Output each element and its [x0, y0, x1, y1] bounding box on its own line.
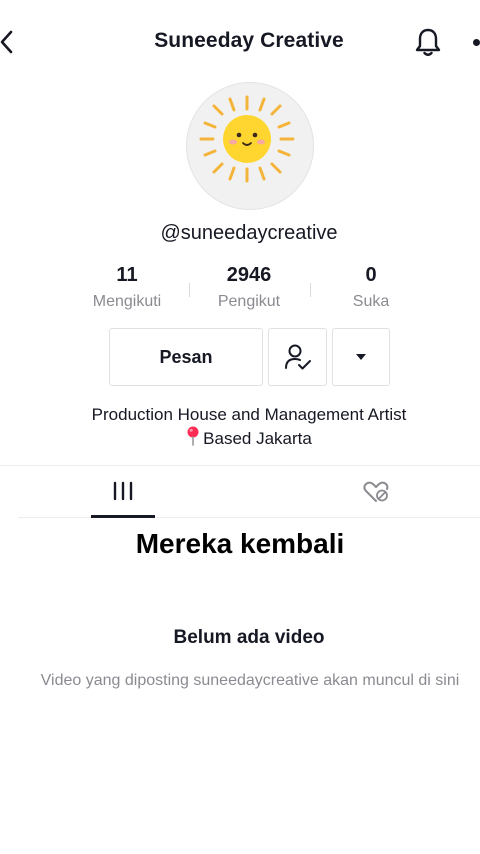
- page-title: Suneeday Creative: [154, 29, 344, 52]
- stat-following[interactable]: 11 Mengikuti: [57, 264, 197, 311]
- bell-icon[interactable]: [413, 26, 443, 58]
- pin-icon: [187, 426, 199, 446]
- bio-line-2-row: Based Jakarta: [0, 426, 480, 450]
- caret-down-icon: [356, 354, 366, 360]
- bio-line-1: Production House and Management Artist: [91, 405, 407, 424]
- profile-bio: Production House and Management Artist B…: [0, 403, 480, 450]
- tab-videos[interactable]: [91, 468, 155, 518]
- more-dots-icon[interactable]: [473, 39, 480, 46]
- divider: [18, 517, 480, 518]
- profile-stats: 11 Mengikuti 2946 Pengikut 0 Suka: [0, 264, 480, 320]
- stat-likes-count: 0: [365, 264, 377, 286]
- sun-logo-icon: [199, 95, 295, 183]
- empty-state-title: Belum ada video: [173, 627, 325, 648]
- stat-following-label: Mengikuti: [92, 293, 162, 310]
- user-check-icon: [284, 344, 311, 370]
- stat-followers[interactable]: 2946 Pengikut: [179, 264, 319, 311]
- tab-liked-private[interactable]: [343, 468, 407, 518]
- message-button[interactable]: Pesan: [109, 328, 263, 386]
- active-tab-indicator: [91, 515, 155, 518]
- stat-followers-count: 2946: [226, 264, 272, 286]
- stat-followers-label: Pengikut: [217, 293, 281, 310]
- divider: [0, 465, 480, 466]
- bio-line-2: Based Jakarta: [203, 429, 312, 448]
- stat-following-count: 11: [116, 264, 138, 286]
- following-button[interactable]: [268, 328, 327, 386]
- empty-state-description: Video yang diposting suneedaycreative ak…: [40, 672, 460, 689]
- top-bar: Suneeday Creative: [0, 0, 480, 84]
- hidden-heart-icon: [363, 481, 389, 502]
- suggested-accounts-button[interactable]: [332, 328, 390, 386]
- avatar[interactable]: [186, 82, 314, 210]
- stat-likes[interactable]: 0 Suka: [301, 264, 441, 311]
- grid-bars-icon: [113, 481, 133, 501]
- profile-username: @suneedaycreative: [160, 222, 338, 244]
- stat-likes-label: Suka: [352, 293, 390, 310]
- overlay-caption: Mereka kembali: [135, 528, 345, 559]
